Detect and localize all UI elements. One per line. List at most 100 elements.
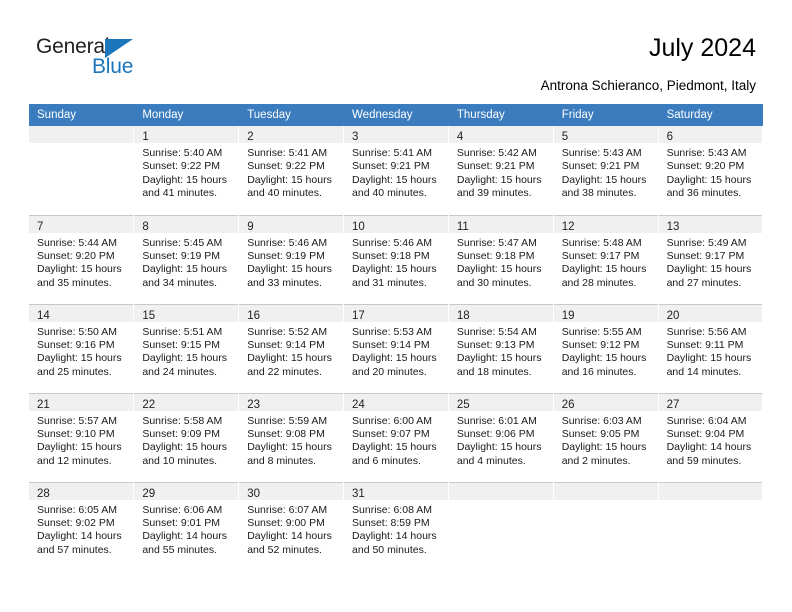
calendar-day-cell[interactable]: 10 Sunrise: 5:46 AM Sunset: 9:18 PM Dayligh…: [343, 214, 449, 304]
day-detail-line: and 50 minutes.: [352, 543, 427, 556]
calendar-day-cell[interactable]: 4 Sunrise: 5:42 AM Sunset: 9:21 PM Daylight…: [448, 126, 554, 215]
day-number-band: 8: [134, 215, 239, 233]
calendar-day-cell[interactable]: 6 Sunrise: 5:43 AM Sunset: 9:20 PM Daylight…: [658, 126, 764, 215]
day-detail-line: Sunrise: 5:55 AM: [561, 325, 642, 338]
calendar-week-row: 1 Sunrise: 5:40 AM Sunset: 9:22 PM Daylight…: [29, 126, 764, 215]
day-detail-line: Sunrise: 6:05 AM: [37, 503, 117, 516]
day-detail-line: and 35 minutes.: [37, 276, 112, 289]
calendar-day-cell[interactable]: 26 Sunrise: 6:03 AM Sunset: 9:05 PM Dayligh…: [553, 392, 659, 482]
day-number: 24: [352, 398, 365, 411]
day-number-band: 6: [658, 126, 763, 143]
day-detail-lines: Sunrise: 5:44 AM Sunset: 9:20 PM Daylight:…: [29, 233, 133, 291]
day-detail-line: and 27 minutes.: [666, 276, 742, 289]
day-detail-lines: Sunrise: 5:54 AM Sunset: 9:13 PM Daylight:…: [449, 322, 553, 380]
calendar-day-cell[interactable]: 29 Sunrise: 6:06 AM Sunset: 9:01 PM Dayligh…: [133, 481, 240, 571]
calendar-day-cell[interactable]: 31 Sunrise: 6:08 AM Sunset: 8:59 PM Dayligh…: [343, 481, 449, 571]
day-detail-line: Daylight: 14 hours: [352, 530, 437, 543]
day-detail-line: Sunset: 9:12 PM: [561, 338, 640, 351]
calendar-day-cell[interactable]: 23 Sunrise: 5:59 AM Sunset: 9:08 PM Dayligh…: [238, 392, 345, 482]
calendar-day-cell[interactable]: 14 Sunrise: 5:50 AM Sunset: 9:16 PM Dayligh…: [29, 303, 135, 393]
day-detail-line: Sunrise: 6:08 AM: [352, 503, 432, 516]
page-header: General Blue July 2024 Antrona Schieranc…: [0, 0, 792, 100]
day-detail-line: Sunrise: 6:01 AM: [456, 414, 537, 427]
day-detail-lines: Sunrise: 5:51 AM Sunset: 9:15 PM Daylight:…: [134, 322, 238, 380]
calendar-day-cell[interactable]: 7 Sunrise: 5:44 AM Sunset: 9:20 PM Daylight…: [29, 214, 135, 304]
day-number: 30: [247, 487, 260, 500]
day-detail-line: Sunrise: 5:45 AM: [142, 236, 223, 249]
day-detail-line: Sunset: 9:14 PM: [352, 338, 430, 351]
calendar-day-cell[interactable]: 3 Sunrise: 5:41 AM Sunset: 9:21 PM Daylight…: [343, 126, 449, 215]
day-number-band: 16: [239, 304, 344, 322]
calendar-day-cell[interactable]: 17 Sunrise: 5:53 AM Sunset: 9:14 PM Dayligh…: [343, 303, 449, 393]
day-detail-line: Daylight: 15 hours: [37, 263, 122, 276]
day-detail-line: Sunset: 9:07 PM: [352, 427, 430, 440]
day-detail-line: Sunrise: 5:59 AM: [247, 414, 328, 427]
day-number: 6: [666, 131, 673, 143]
calendar-day-cell[interactable]: 15 Sunrise: 5:51 AM Sunset: 9:15 PM Dayligh…: [133, 303, 240, 393]
day-detail-line: and 36 minutes.: [666, 187, 742, 200]
day-detail-line: Daylight: 15 hours: [247, 263, 332, 276]
day-number-band: 25: [448, 393, 553, 411]
calendar-day-cell[interactable]: 5 Sunrise: 5:43 AM Sunset: 9:21 PM Daylight…: [553, 126, 659, 215]
day-number-band: [553, 482, 658, 500]
day-detail-line: Daylight: 14 hours: [247, 530, 332, 543]
calendar-day-cell[interactable]: 12 Sunrise: 5:48 AM Sunset: 9:17 PM Dayligh…: [553, 214, 659, 304]
day-detail-lines: [29, 143, 133, 147]
day-number-band: 22: [134, 393, 239, 411]
day-detail-line: Sunset: 9:15 PM: [142, 338, 220, 351]
day-cell-content: 9 Sunrise: 5:46 AM Sunset: 9:19 PM Daylight…: [239, 215, 344, 304]
calendar-day-cell[interactable]: 13 Sunrise: 5:49 AM Sunset: 9:17 PM Dayligh…: [658, 214, 764, 304]
calendar-day-cell[interactable]: 24 Sunrise: 6:00 AM Sunset: 9:07 PM Dayligh…: [343, 392, 449, 482]
calendar-day-cell[interactable]: 22 Sunrise: 5:58 AM Sunset: 9:09 PM Dayligh…: [133, 392, 240, 482]
day-detail-line: Sunset: 9:09 PM: [142, 427, 220, 440]
calendar-day-cell[interactable]: 30 Sunrise: 6:07 AM Sunset: 9:00 PM Dayligh…: [238, 481, 345, 572]
calendar-day-cell[interactable]: 21 Sunrise: 5:57 AM Sunset: 9:10 PM Dayligh…: [29, 392, 135, 482]
day-detail-line: Daylight: 15 hours: [352, 263, 437, 276]
calendar-day-cell[interactable]: 9 Sunrise: 5:46 AM Sunset: 9:19 PM Daylight…: [238, 214, 345, 304]
day-detail-line: and 6 minutes.: [352, 454, 421, 467]
day-detail-lines: Sunrise: 5:43 AM Sunset: 9:21 PM Daylight:…: [554, 143, 658, 201]
day-detail-lines: Sunrise: 5:41 AM Sunset: 9:22 PM Daylight:…: [239, 143, 343, 201]
calendar-day-cell[interactable]: 8 Sunrise: 5:45 AM Sunset: 9:19 PM Daylight…: [133, 214, 240, 304]
day-cell-content: 30 Sunrise: 6:07 AM Sunset: 9:00 PM Dayligh…: [239, 482, 344, 572]
day-number: 9: [247, 220, 254, 233]
calendar-day-cell[interactable]: 16 Sunrise: 5:52 AM Sunset: 9:14 PM Dayligh…: [238, 303, 345, 393]
day-cell-content: 15 Sunrise: 5:51 AM Sunset: 9:15 PM Dayligh…: [134, 304, 239, 393]
day-number-band: 19: [553, 304, 658, 322]
day-detail-line: Sunrise: 5:51 AM: [142, 325, 223, 338]
day-detail-line: Sunrise: 5:49 AM: [666, 236, 747, 249]
day-number-band: 9: [239, 215, 344, 233]
day-number: 18: [456, 309, 470, 322]
calendar-day-cell[interactable]: 25 Sunrise: 6:01 AM Sunset: 9:06 PM Dayligh…: [448, 392, 554, 482]
calendar-day-cell[interactable]: 18 Sunrise: 5:54 AM Sunset: 9:13 PM Dayligh…: [448, 303, 554, 393]
day-detail-lines: Sunrise: 5:58 AM Sunset: 9:09 PM Daylight:…: [134, 411, 238, 469]
day-cell-content: [29, 126, 134, 215]
day-number: 12: [561, 220, 575, 233]
day-detail-line: and 25 minutes.: [37, 365, 112, 378]
day-detail-line: Daylight: 15 hours: [456, 263, 542, 276]
day-cell-content: 18 Sunrise: 5:54 AM Sunset: 9:13 PM Dayligh…: [448, 304, 553, 393]
day-detail-line: Sunrise: 5:47 AM: [456, 236, 537, 249]
calendar-day-cell[interactable]: 28 Sunrise: 6:05 AM Sunset: 9:02 PM Dayligh…: [29, 481, 135, 571]
day-number-band: 23: [239, 393, 344, 411]
day-detail-line: Daylight: 15 hours: [561, 173, 647, 186]
calendar-day-cell[interactable]: 2 Sunrise: 5:41 AM Sunset: 9:22 PM Daylight…: [238, 126, 345, 215]
calendar-day-cell[interactable]: 1 Sunrise: 5:40 AM Sunset: 9:22 PM Daylight…: [133, 126, 240, 215]
day-detail-line: and 34 minutes.: [142, 276, 218, 289]
calendar-day-cell[interactable]: 19 Sunrise: 5:55 AM Sunset: 9:12 PM Dayligh…: [553, 303, 659, 393]
weekday-header-thursday: Thursday: [448, 104, 554, 126]
day-number-band: 26: [553, 393, 658, 411]
day-cell-content: 7 Sunrise: 5:44 AM Sunset: 9:20 PM Daylight…: [29, 215, 134, 304]
day-detail-line: Sunrise: 5:43 AM: [666, 147, 747, 159]
calendar-day-cell[interactable]: 11 Sunrise: 5:47 AM Sunset: 9:18 PM Dayligh…: [448, 214, 554, 304]
day-detail-line: Daylight: 15 hours: [561, 352, 647, 365]
day-detail-line: Daylight: 15 hours: [37, 352, 122, 365]
calendar-day-cell[interactable]: 27 Sunrise: 6:04 AM Sunset: 9:04 PM Dayligh…: [658, 392, 764, 482]
page-title: July 2024: [648, 34, 756, 62]
calendar-day-cell[interactable]: 20 Sunrise: 5:56 AM Sunset: 9:11 PM Dayligh…: [658, 303, 764, 393]
weekday-header-sunday: Sunday: [29, 104, 135, 126]
day-detail-line: Daylight: 15 hours: [456, 173, 542, 186]
day-detail-line: Daylight: 15 hours: [37, 441, 122, 454]
day-detail-line: and 24 minutes.: [142, 365, 218, 378]
day-detail-lines: Sunrise: 6:00 AM Sunset: 9:07 PM Daylight:…: [344, 411, 448, 469]
